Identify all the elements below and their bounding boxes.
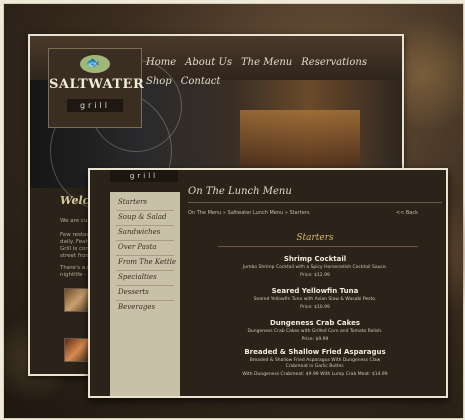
dish-price: Price: $9.99 [301,337,329,342]
breadcrumb[interactable]: On The Menu » Saltwater Lunch Menu » Sta… [188,210,309,216]
dish-description: Breaded & Shallow Fried Asparagus With D… [249,358,381,369]
section-divider [218,246,418,247]
sidebar-item-from-the-kettle[interactable]: From The Kettle [118,258,176,266]
nav-about-us[interactable]: About Us [185,57,232,68]
page-title: On The Lunch Menu [188,186,292,197]
dish-name: Breaded & Shallow Fried Asparagus [244,348,386,356]
sidebar-divider [116,240,174,241]
section-title: Starters [296,233,334,243]
bar-photo [240,110,360,170]
back-link[interactable]: << Back [396,210,418,216]
menu-sidebar: Starters Soup & Salad Sandwiches Over Pa… [110,192,180,396]
menu-item: Breaded & Shallow Fried Asparagus Breade… [188,348,442,378]
sidebar-item-starters[interactable]: Starters [118,198,147,206]
main-nav: Home About Us The Menu Reservations Shop Cont… [146,50,402,88]
sidebar-divider [116,255,174,256]
sidebar-item-desserts[interactable]: Desserts [118,288,149,296]
sidebar-item-beverages[interactable]: Beverages [118,303,155,311]
grill-tab: grill [110,170,178,182]
sidebar-item-sandwiches[interactable]: Sandwiches [118,228,160,236]
title-divider [188,202,442,203]
dish-name: Dungeness Crab Cakes [269,319,361,327]
sidebar-item-specialties[interactable]: Specialties [118,273,157,281]
dish-description: Seared Yellowfin Tuna with Asian Slaw & … [253,297,377,302]
sidebar-item-soup-salad[interactable]: Soup & Salad [118,213,167,221]
sidebar-divider [116,270,174,271]
lunch-menu-window: grill Starters Soup & Salad Sandwiches O… [88,168,448,398]
sidebar-divider [116,210,174,211]
sidebar-item-over-pasta[interactable]: Over Pasta [118,243,157,251]
saltwater-logo[interactable]: 🐟 SALTWATER grill [48,48,145,128]
logo-name: SALTWATER [49,77,145,92]
dish-description: Dungeness Crab Cakes with Grilled Corn a… [247,329,383,334]
dish-price: Price: $10.99 [300,305,330,310]
logo-sub: grill [67,99,123,112]
menu-item: Seared Yellowfin Tuna Seared Yellowfin T… [188,287,442,311]
sidebar-divider [116,285,174,286]
sidebar-divider [116,225,174,226]
nav-reservations[interactable]: Reservations [301,57,367,68]
nav-contact[interactable]: Contact [181,76,221,87]
nav-the-menu[interactable]: The Menu [241,57,292,68]
fish-icon: 🐟 [80,55,110,73]
dish-price: Price: $12.99 [300,273,330,278]
menu-item: Dungeness Crab Cakes Dungeness Crab Cake… [188,319,442,343]
dish-name: Seared Yellowfin Tuna [271,287,359,295]
menu-item: Shrimp Cocktail Jumbo Shrimp Cocktail wi… [188,255,442,279]
sidebar-divider [116,300,174,301]
menu-content: On The Lunch Menu On The Menu » Saltwate… [188,186,442,392]
nav-home[interactable]: Home [146,57,176,68]
dish-price: With Dungeness Crabmeat: $9.99 With Lump… [242,372,388,377]
nav-shop[interactable]: Shop [146,76,172,87]
dish-description: Jumbo Shrimp Cocktail with a Spicy Horse… [242,265,388,270]
dish-name: Shrimp Cocktail [283,255,347,263]
